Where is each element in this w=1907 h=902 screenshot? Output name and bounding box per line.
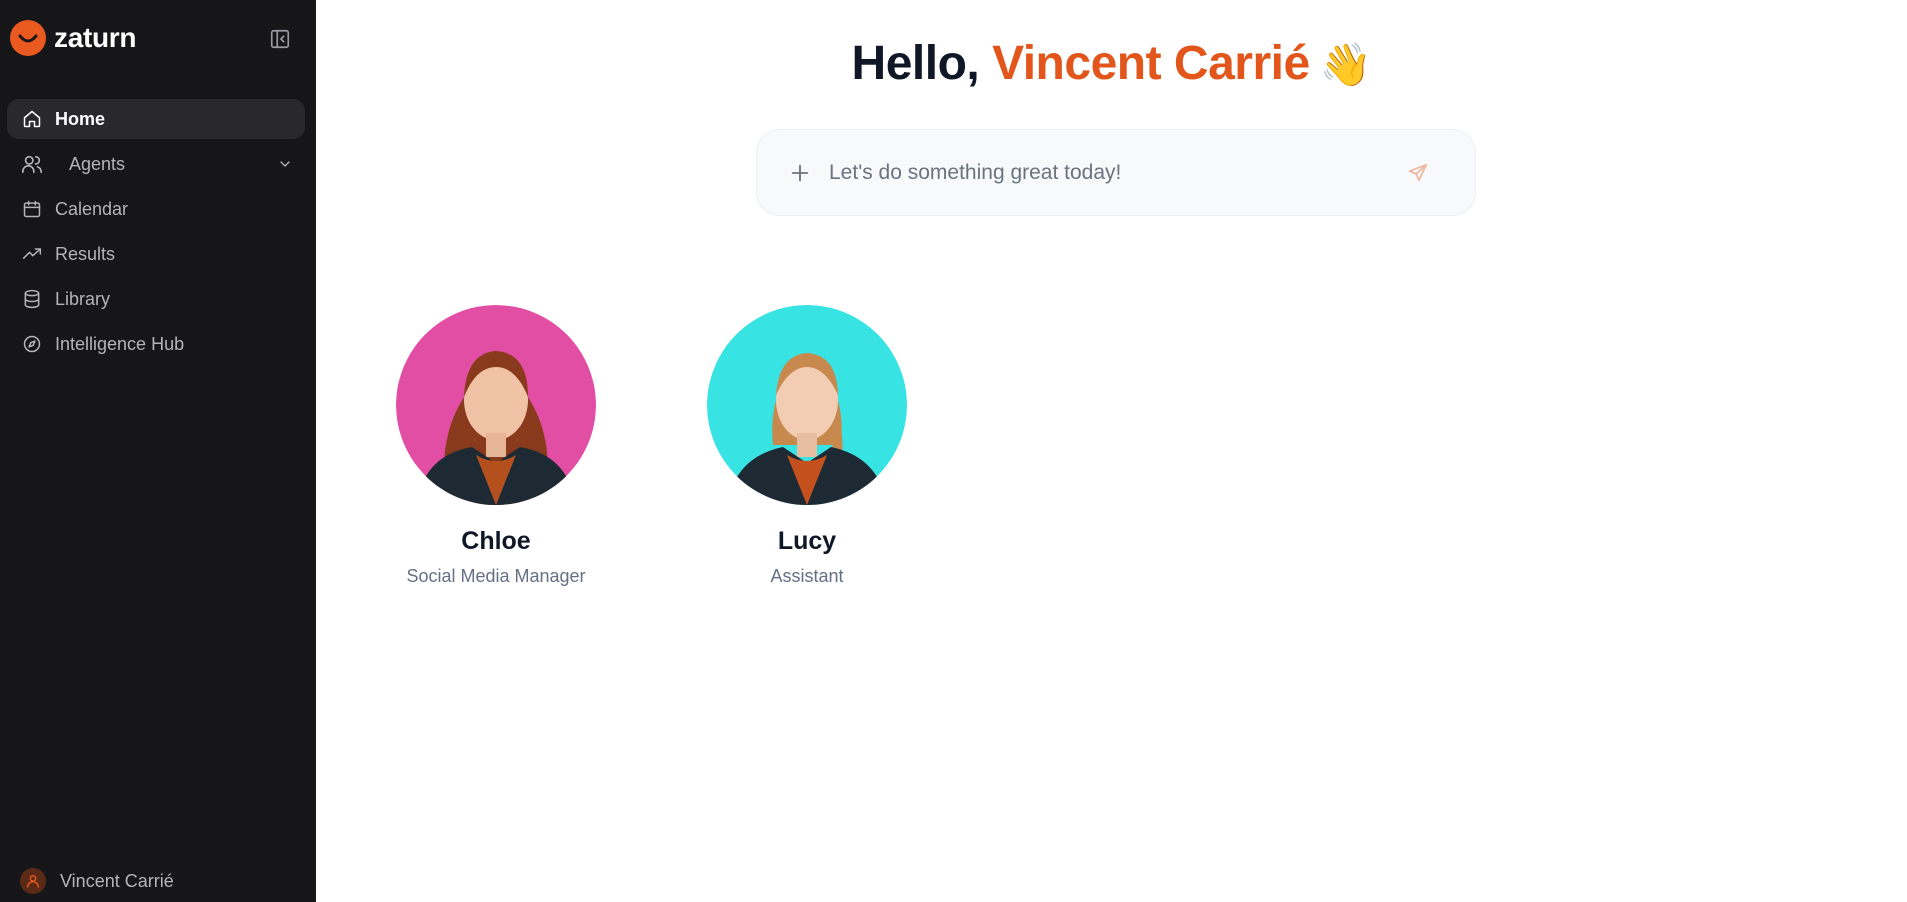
agent-avatar xyxy=(707,305,907,505)
brand[interactable]: zaturn xyxy=(10,20,137,56)
sidebar-item-label: Intelligence Hub xyxy=(55,333,185,354)
agent-role: Assistant xyxy=(770,566,844,586)
sidebar-item-results[interactable]: Results xyxy=(7,234,305,274)
greeting-prefix: Hello, xyxy=(851,37,993,90)
home-icon xyxy=(21,108,43,130)
sidebar-item-intelligence-hub[interactable]: Intelligence Hub xyxy=(7,324,305,364)
add-attachment-button[interactable] xyxy=(785,158,815,188)
trending-up-icon xyxy=(21,243,43,265)
user-name: Vincent Carrié xyxy=(60,870,174,891)
calendar-icon xyxy=(21,198,43,220)
sidebar-item-calendar[interactable]: Calendar xyxy=(7,189,305,229)
prompt-box xyxy=(756,129,1476,216)
sidebar-item-label: Results xyxy=(55,243,116,264)
zaturn-logo-icon xyxy=(10,20,46,56)
sidebar-item-label: Home xyxy=(55,108,106,129)
agent-card-lucy[interactable]: Lucy Assistant xyxy=(697,305,917,587)
sidebar-item-label: Calendar xyxy=(55,198,129,219)
sidebar-item-library[interactable]: Library xyxy=(7,279,305,319)
agent-role: Social Media Manager xyxy=(406,566,586,586)
sidebar: zaturn Home Agents Calendar Results Libr… xyxy=(0,0,316,902)
user-avatar-icon xyxy=(20,868,46,894)
page-title: Hello, Vincent Carrié 👋 xyxy=(316,36,1907,91)
user-menu[interactable]: Vincent Carrié xyxy=(20,866,174,896)
sidebar-item-home[interactable]: Home xyxy=(7,99,305,139)
waving-hand-icon: 👋 xyxy=(1319,41,1372,88)
agent-avatar xyxy=(396,305,596,505)
agent-name: Chloe xyxy=(461,527,531,555)
panel-left-icon xyxy=(270,29,290,49)
main-content: Hello, Vincent Carrié 👋 Let's do somethi… xyxy=(316,0,1907,902)
sidebar-item-agents[interactable]: Agents xyxy=(7,144,305,184)
app-root: zaturn Home Agents Calendar Results Libr… xyxy=(0,0,1907,902)
users-icon xyxy=(21,153,43,175)
greeting-user-name: Vincent Carrié xyxy=(992,37,1310,90)
agent-card-chloe[interactable]: Chloe Social Media Manager xyxy=(386,305,606,587)
chevron-down-icon[interactable] xyxy=(277,156,293,172)
collapse-sidebar-button[interactable] xyxy=(266,26,294,52)
send-button[interactable] xyxy=(1403,158,1433,188)
compass-icon xyxy=(21,333,43,355)
sidebar-nav: Home Agents Calendar Results Library Int… xyxy=(7,99,305,369)
send-icon xyxy=(1408,163,1428,181)
brand-name: zaturn xyxy=(54,22,137,53)
sidebar-item-label: Agents xyxy=(69,153,126,174)
agent-name: Lucy xyxy=(777,527,837,555)
prompt-input[interactable] xyxy=(829,160,1403,185)
sidebar-item-label: Library xyxy=(55,288,111,309)
database-icon xyxy=(21,288,43,310)
plus-icon xyxy=(791,164,809,181)
